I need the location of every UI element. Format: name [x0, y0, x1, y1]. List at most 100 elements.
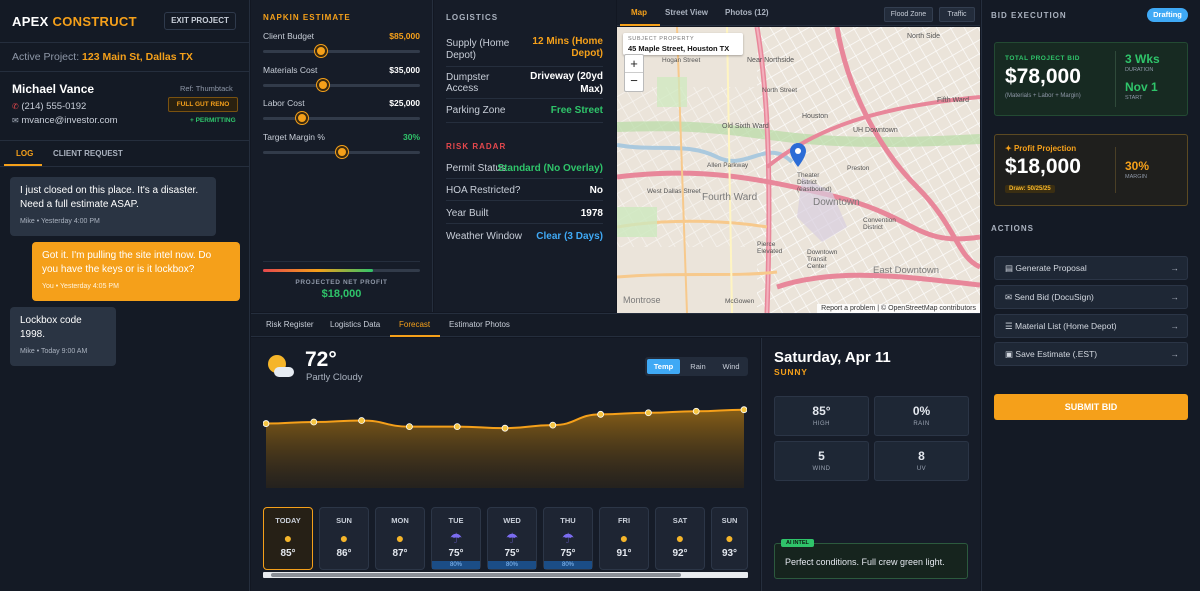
- tab-photos[interactable]: Photos (12): [725, 8, 769, 17]
- map-attribution[interactable]: Report a problem | © OpenStreetMap contr…: [817, 304, 980, 313]
- forecast-day[interactable]: TUE ☂ 75° 80%: [431, 507, 481, 570]
- forecast-day[interactable]: SUN ● 86°: [319, 507, 369, 570]
- temperature-point[interactable]: [501, 424, 509, 432]
- map-place-label: Fifth Ward: [937, 97, 970, 104]
- profit-meter: PROJECTED NET PROFIT $18,000: [263, 261, 420, 301]
- subject-address: 45 Maple Street, Houston TX: [628, 44, 730, 53]
- sun-icon: ●: [725, 530, 734, 546]
- permit-row: Permit Status Standard (No Overlay): [446, 163, 603, 177]
- forecast-day[interactable]: FRI ● 91°: [599, 507, 649, 570]
- forecast-day-today[interactable]: TODAY ● 85°: [263, 507, 313, 570]
- storm-icon: ☂: [505, 530, 519, 546]
- margin-slider-handle[interactable]: [336, 146, 348, 158]
- budget-slider[interactable]: [263, 45, 420, 57]
- current-condition: Partly Cloudy: [306, 372, 363, 383]
- brand-logo: APEX CONSTRUCT: [12, 14, 137, 29]
- parking-row: Parking Zone Free Street: [446, 105, 603, 119]
- tab-street-view[interactable]: Street View: [665, 8, 708, 17]
- weather-label: Weather Window: [446, 231, 522, 242]
- temperature-point[interactable]: [740, 406, 747, 414]
- profit-projection-value: $18,000: [1005, 155, 1081, 178]
- active-project-label: Active Project:: [12, 51, 80, 63]
- materials-slider[interactable]: [263, 79, 420, 91]
- margin-value: 30%: [402, 132, 420, 142]
- tab-log[interactable]: LOG: [16, 149, 33, 158]
- temperature-point[interactable]: [263, 420, 270, 427]
- message-text: I just closed on this place. It's a disa…: [20, 185, 199, 210]
- temperature-point[interactable]: [453, 423, 461, 431]
- material-list-button[interactable]: ☰ Material List (Home Depot) →: [994, 314, 1188, 338]
- tab-forecast[interactable]: Forecast: [399, 320, 430, 329]
- brand-name-b: CONSTRUCT: [52, 14, 137, 29]
- day-temp: 87°: [392, 548, 408, 559]
- message-meta: You • Yesterday 4:05 PM: [42, 283, 119, 290]
- zoom-out-button[interactable]: −: [625, 73, 643, 91]
- forecast-scrollbar[interactable]: [263, 572, 748, 578]
- tab-map[interactable]: Map: [631, 8, 647, 17]
- arrow-right-icon: →: [1170, 292, 1180, 302]
- temperature-point[interactable]: [549, 421, 557, 429]
- temperature-point[interactable]: [692, 407, 700, 415]
- draw-schedule: Draw: 50/25/25: [1005, 185, 1055, 193]
- client-phone[interactable]: ✆ (214) 555-0192: [12, 101, 86, 112]
- client-email-text: mvance@investor.com: [21, 115, 118, 126]
- labor-label: Labor Cost: [263, 98, 305, 108]
- rain-stat: 0% RAIN: [874, 396, 969, 436]
- traffic-button[interactable]: Traffic: [939, 7, 975, 22]
- budget-value: $85,000: [389, 31, 420, 41]
- action-label: Send Bid (DocuSign): [1014, 292, 1094, 302]
- exit-project-button[interactable]: EXIT PROJECT: [164, 12, 236, 30]
- zoom-control: + −: [624, 54, 644, 92]
- temperature-point[interactable]: [310, 418, 318, 426]
- day-name: TODAY: [275, 516, 301, 525]
- action-label: Save Estimate (.EST): [1015, 349, 1098, 359]
- profit-meter-value: $18,000: [321, 288, 362, 300]
- day-temp: 75°: [448, 548, 464, 559]
- duration-label: DURATION: [1125, 67, 1154, 73]
- map-place-label: North Street: [762, 87, 798, 94]
- property-map[interactable]: North Side Near Northside Fifth Ward Old…: [617, 27, 980, 313]
- margin-slider[interactable]: [263, 146, 420, 158]
- tab-logistics-data[interactable]: Logistics Data: [330, 320, 380, 329]
- forecast-day[interactable]: WED ☂ 75° 80%: [487, 507, 537, 570]
- submit-bid-button[interactable]: SUBMIT BID: [994, 394, 1188, 420]
- temperature-point[interactable]: [358, 417, 365, 424]
- profit-projection-card: ✦ Profit Projection $18,000 Draw: 50/25/…: [994, 134, 1188, 206]
- temperature-point[interactable]: [405, 423, 413, 431]
- tab-estimator-photos[interactable]: Estimator Photos: [449, 320, 510, 329]
- temperature-point[interactable]: [644, 409, 652, 417]
- tab-risk-register[interactable]: Risk Register: [266, 320, 314, 329]
- flood-zone-button[interactable]: Flood Zone: [884, 7, 933, 22]
- toggle-temp[interactable]: Temp: [647, 359, 680, 374]
- map-place-label: Hogan Street: [662, 57, 701, 64]
- stat-label: WIND: [812, 466, 831, 472]
- forecast-day[interactable]: SAT ● 92°: [655, 507, 705, 570]
- labor-slider-handle[interactable]: [296, 112, 308, 124]
- profit-meter-label: PROJECTED NET PROFIT: [295, 279, 388, 286]
- forecast-day[interactable]: THU ☂ 75° 80%: [543, 507, 593, 570]
- generate-proposal-button[interactable]: ▤ Generate Proposal →: [994, 256, 1188, 280]
- labor-slider[interactable]: [263, 112, 420, 124]
- year-label: Year Built: [446, 208, 489, 219]
- send-bid-button[interactable]: ✉ Send Bid (DocuSign) →: [994, 285, 1188, 309]
- tab-client-request[interactable]: CLIENT REQUEST: [53, 149, 123, 158]
- budget-label: Client Budget: [263, 31, 315, 41]
- toggle-wind[interactable]: Wind: [715, 359, 747, 374]
- save-estimate-button[interactable]: ▣ Save Estimate (.EST) →: [994, 342, 1188, 366]
- client-email[interactable]: ✉ mvance@investor.com: [12, 115, 118, 126]
- forecast-day[interactable]: SUN ● 93°: [711, 507, 748, 570]
- day-name: SUN: [721, 516, 738, 525]
- stat-value: 5: [818, 449, 825, 463]
- start-label: START: [1125, 95, 1143, 101]
- email-icon: ✉: [12, 116, 19, 125]
- materials-slider-handle[interactable]: [317, 79, 329, 91]
- budget-slider-handle[interactable]: [315, 45, 327, 57]
- temperature-point[interactable]: [597, 410, 605, 418]
- forecast-day[interactable]: MON ● 87°: [375, 507, 425, 570]
- risk-title: RISK RADAR: [446, 142, 507, 151]
- client-name: Michael Vance: [12, 82, 95, 96]
- toggle-rain[interactable]: Rain: [682, 359, 714, 374]
- scrollbar-thumb[interactable]: [271, 573, 681, 577]
- zoom-in-button[interactable]: +: [625, 55, 643, 73]
- profit-projection-header: ✦ Profit Projection: [1005, 144, 1076, 153]
